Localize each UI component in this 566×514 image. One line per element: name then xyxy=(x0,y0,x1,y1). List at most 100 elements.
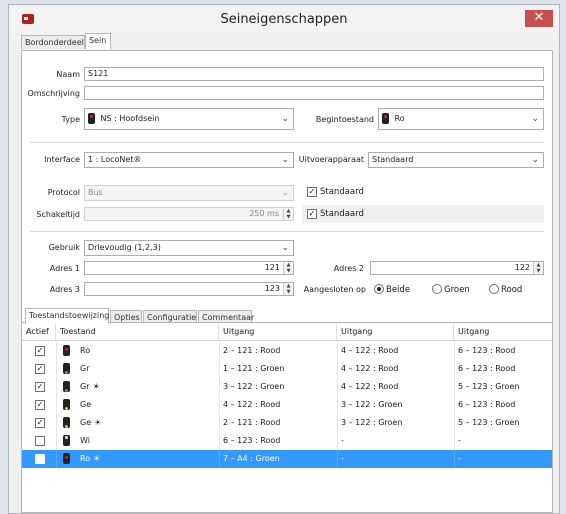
actief-checkbox[interactable] xyxy=(35,454,45,464)
cell-divider xyxy=(337,342,338,360)
cell-divider xyxy=(219,342,220,360)
schakeltijd-standaard-checkbox[interactable]: ✓ xyxy=(307,209,317,219)
protocol-label: Protocol xyxy=(47,188,80,197)
cell-divider xyxy=(454,450,455,468)
table-row[interactable]: ✓ Gr ☀ 3 – 122 : Groen 4 – 122 : Rood 5 – 123… xyxy=(22,378,552,396)
radio-rood[interactable] xyxy=(489,284,499,294)
column-header-uitgang-1[interactable]: Uitgang xyxy=(219,323,337,340)
column-header-uitgang-2[interactable]: Uitgang xyxy=(337,323,454,340)
toestand-label: Wi xyxy=(80,436,90,445)
schakeltijd-standaard-label: Standaard xyxy=(320,209,364,219)
uitvoerapparaat-select[interactable]: Standaard ⌄ xyxy=(368,152,544,168)
chevron-down-icon: ⌄ xyxy=(281,243,289,253)
adres3-field[interactable]: 123 ▲ ▼ xyxy=(84,282,294,296)
tab-toestandstoewijzing[interactable]: Toestandstoewijzing xyxy=(25,308,109,324)
tab-bordonderdeel[interactable]: Bordonderdeel xyxy=(21,35,85,49)
schakeltijd-field: 250 ms ▲ ▼ xyxy=(84,207,294,221)
flashing-icon: ☀ xyxy=(92,382,100,391)
uitgang-2-cell: - xyxy=(341,454,344,463)
column-header-uitgang-3[interactable]: Uitgang xyxy=(454,323,552,340)
actief-checkbox[interactable]: ✓ xyxy=(35,418,45,428)
actief-checkbox[interactable] xyxy=(35,436,45,446)
spin-buttons-icon[interactable]: ▲ ▼ xyxy=(283,262,293,274)
type-value: NS : Hoofdsein xyxy=(100,114,160,123)
uitvoerapparaat-label: Uitvoerapparaat xyxy=(298,155,364,164)
actief-checkbox[interactable]: ✓ xyxy=(35,364,45,374)
naam-field[interactable]: S121 xyxy=(84,67,544,81)
flashing-icon: ☀ xyxy=(93,454,101,463)
protocol-standaard-checkbox[interactable]: ✓ xyxy=(307,187,317,197)
table-row[interactable]: ✓ Ge 4 – 122 : Rood 3 – 122 : Groen 6 – 123 … xyxy=(22,396,552,414)
cell-divider xyxy=(219,432,220,450)
signal-icon xyxy=(63,363,70,374)
uitgang-2-cell: 4 – 122 : Rood xyxy=(341,364,399,373)
gebruik-select[interactable]: Drievoudig (1,2,3) ⌄ xyxy=(84,240,294,256)
cell-divider xyxy=(219,378,220,396)
adres1-label: Adres 1 xyxy=(49,264,80,273)
uitgang-1-cell: 2 – 121 : Rood xyxy=(223,346,281,355)
cell-divider xyxy=(219,360,220,378)
radio-beide[interactable] xyxy=(374,284,384,294)
table-row[interactable]: ✓ Gr 1 – 121 : Groen 4 – 122 : Rood 6 – 123 … xyxy=(22,360,552,378)
close-button[interactable]: ✕ xyxy=(525,10,553,27)
uitgang-3-cell: - xyxy=(458,436,461,445)
table-header: Actief Toestand Uitgang Uitgang Uitgang xyxy=(22,323,552,341)
actief-checkbox[interactable]: ✓ xyxy=(35,400,45,410)
naam-label: Naam xyxy=(56,70,80,79)
cell-divider xyxy=(454,432,455,450)
actief-checkbox[interactable]: ✓ xyxy=(35,382,45,392)
signal-icon xyxy=(63,453,70,464)
uitgang-1-cell: 4 – 122 : Rood xyxy=(223,400,281,409)
chevron-down-icon: ⌄ xyxy=(281,155,289,165)
toestand-label: Ro xyxy=(80,454,91,463)
spin-buttons-icon[interactable]: ▲ ▼ xyxy=(283,283,293,295)
radio-groen-label: Groen xyxy=(444,285,470,295)
protocol-select: Bus ⌄ xyxy=(84,185,294,201)
column-header-toestand[interactable]: Toestand xyxy=(56,323,219,340)
cell-divider xyxy=(454,396,455,414)
spin-buttons-icon[interactable]: ▲ ▼ xyxy=(533,262,543,274)
toestand-cell: Wi xyxy=(63,432,90,450)
uitvoerapparaat-value: Standaard xyxy=(372,155,414,164)
cell-divider xyxy=(219,450,220,468)
toestand-cell: Gr ☀ xyxy=(63,378,100,396)
adres1-field[interactable]: 121 ▲ ▼ xyxy=(84,261,294,275)
toestand-cell: Ro xyxy=(63,342,90,360)
uitgang-3-cell: 6 – 123 : Rood xyxy=(458,346,516,355)
adres2-field[interactable]: 122 ▲ ▼ xyxy=(370,261,544,275)
cell-divider xyxy=(337,414,338,432)
cell-divider xyxy=(56,432,57,450)
uitgang-3-cell: 5 – 123 : Groen xyxy=(458,418,520,427)
signal-icon xyxy=(88,113,95,124)
radio-beide-label: Beide xyxy=(386,285,411,295)
radio-groen[interactable] xyxy=(432,284,442,294)
signal-icon xyxy=(382,113,389,124)
uitgang-2-cell: 3 – 122 : Groen xyxy=(341,418,403,427)
column-header-actief[interactable]: Actief xyxy=(22,323,56,340)
table-row[interactable]: Ro ☀ 7 – A4 : Groen - - xyxy=(22,450,552,468)
tab-sein[interactable]: Sein xyxy=(85,33,111,49)
cell-divider xyxy=(56,450,57,468)
cell-divider xyxy=(337,378,338,396)
actief-checkbox[interactable]: ✓ xyxy=(35,346,45,356)
separator xyxy=(30,142,544,143)
cell-divider xyxy=(454,414,455,432)
cell-divider xyxy=(337,360,338,378)
uitgang-3-cell: - xyxy=(458,454,461,463)
protocol-value: Bus xyxy=(88,188,103,197)
adres1-value: 121 xyxy=(264,263,280,272)
uitgang-2-cell: 4 – 122 : Rood xyxy=(341,346,399,355)
interface-select[interactable]: 1 : LocoNet® ⌄ xyxy=(84,152,294,168)
type-select[interactable]: NS : Hoofdsein ⌄ xyxy=(84,108,294,130)
omschrijving-field[interactable] xyxy=(84,86,544,100)
cell-divider xyxy=(337,450,338,468)
begintoestand-select[interactable]: Ro ⌄ xyxy=(378,108,544,130)
adres3-label: Adres 3 xyxy=(49,285,80,294)
gebruik-value: Drievoudig (1,2,3) xyxy=(88,243,161,252)
aangesloten-label: Aangesloten op xyxy=(303,285,366,294)
table-row[interactable]: Wi 6 – 123 : Rood - - xyxy=(22,432,552,450)
table-row[interactable]: ✓ Ge ☀ 2 – 121 : Rood 3 – 122 : Groen 5 – 123… xyxy=(22,414,552,432)
cell-divider xyxy=(56,378,57,396)
signal-icon xyxy=(63,381,70,392)
table-row[interactable]: ✓ Ro 2 – 121 : Rood 4 – 122 : Rood 6 – 123 :… xyxy=(22,342,552,360)
